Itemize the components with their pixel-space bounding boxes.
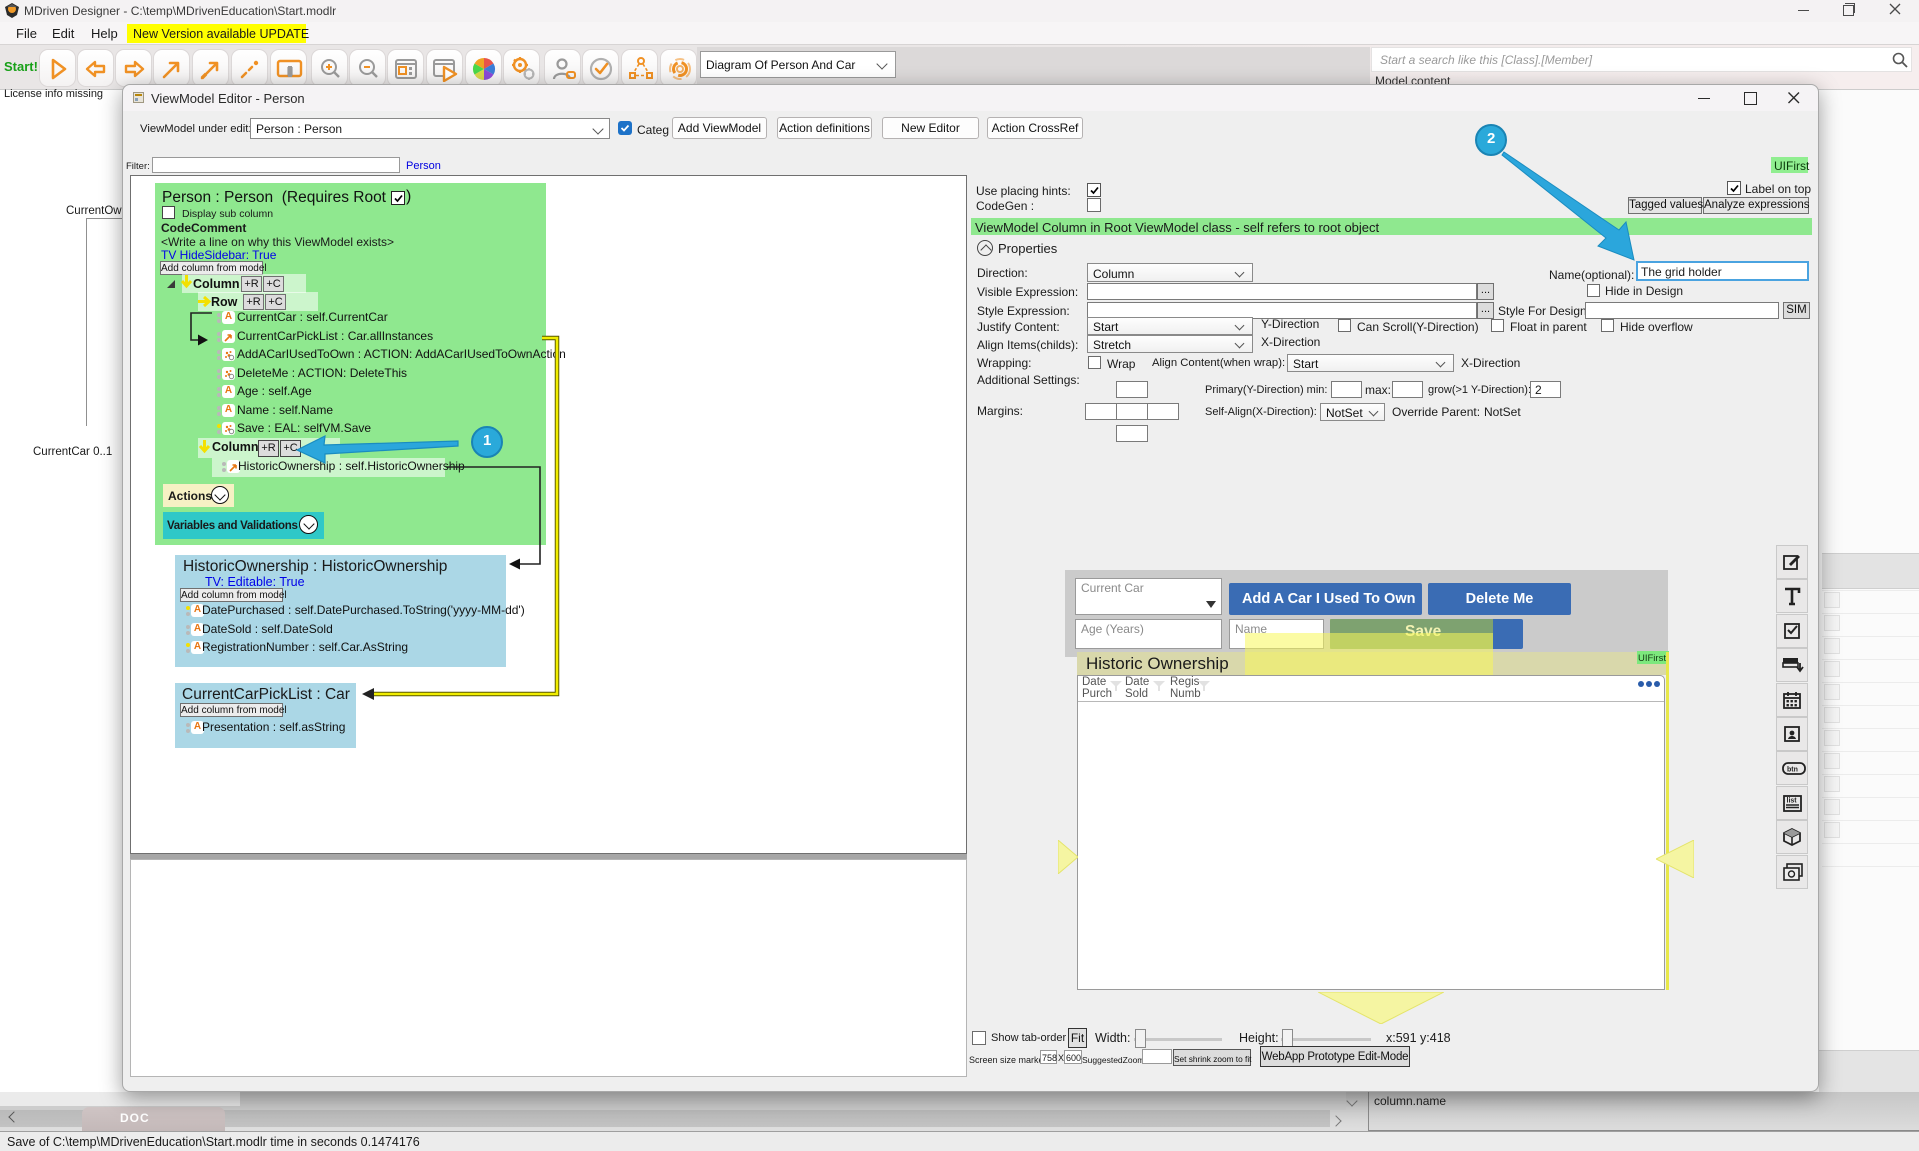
svg-text:btn: btn bbox=[1787, 767, 1798, 774]
svg-text:list: list bbox=[1787, 797, 1798, 804]
